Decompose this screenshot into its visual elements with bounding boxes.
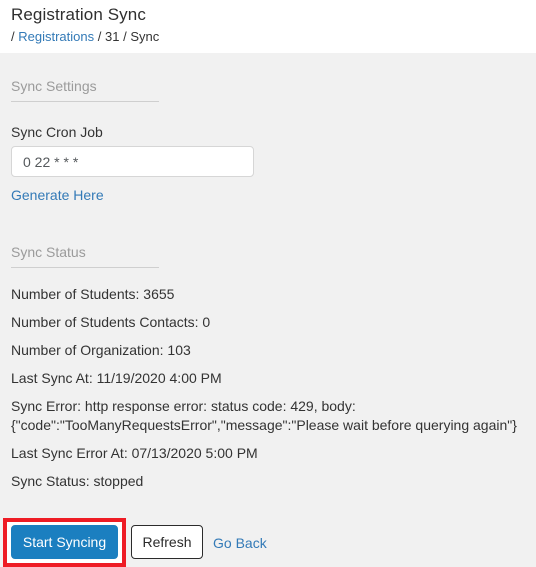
sync-cron-job-input[interactable] bbox=[11, 146, 254, 177]
breadcrumb-separator-1: / bbox=[11, 29, 15, 44]
status-line-sync-error: Sync Error: http response error: status … bbox=[11, 398, 517, 433]
action-row: Start Syncing Refresh Go Back bbox=[0, 509, 536, 567]
breadcrumb-current: Sync bbox=[130, 29, 160, 44]
refresh-button[interactable]: Refresh bbox=[131, 525, 203, 559]
status-line-number-of-students-contacts: Number of Students Contacts: 0 bbox=[11, 314, 211, 330]
sync-settings-legend: Sync Settings bbox=[11, 77, 159, 102]
status-line-number-of-students: Number of Students: 3655 bbox=[11, 286, 175, 302]
go-back-link[interactable]: Go Back bbox=[213, 534, 267, 552]
status-line-last-sync-error-at: Last Sync Error At: 07/13/2020 5:00 PM bbox=[11, 445, 258, 461]
sync-status-list: Number of Students: 3655 Number of Stude… bbox=[11, 285, 531, 500]
status-line-number-of-organization: Number of Organization: 103 bbox=[11, 342, 191, 358]
sync-cron-job-label: Sync Cron Job bbox=[11, 124, 103, 140]
start-syncing-button[interactable]: Start Syncing bbox=[11, 525, 118, 559]
sync-status-legend: Sync Status bbox=[11, 243, 159, 268]
breadcrumb-link-registrations[interactable]: Registrations bbox=[18, 29, 94, 44]
status-line-last-sync-at: Last Sync At: 11/19/2020 4:00 PM bbox=[11, 370, 222, 386]
breadcrumb-id: 31 bbox=[105, 29, 120, 44]
breadcrumb-separator-2: / bbox=[97, 29, 102, 44]
generate-here-link[interactable]: Generate Here bbox=[11, 186, 104, 204]
status-line-sync-status: Sync Status: stopped bbox=[11, 473, 144, 489]
main-content: Sync Settings Sync Cron Job Generate Her… bbox=[0, 53, 536, 567]
breadcrumb-separator-3: / bbox=[123, 29, 127, 44]
breadcrumb: / Registrations / 31 / Sync bbox=[11, 29, 159, 45]
page-header: Registration Sync / Registrations / 31 /… bbox=[0, 0, 536, 53]
page-title: Registration Sync bbox=[11, 5, 146, 24]
